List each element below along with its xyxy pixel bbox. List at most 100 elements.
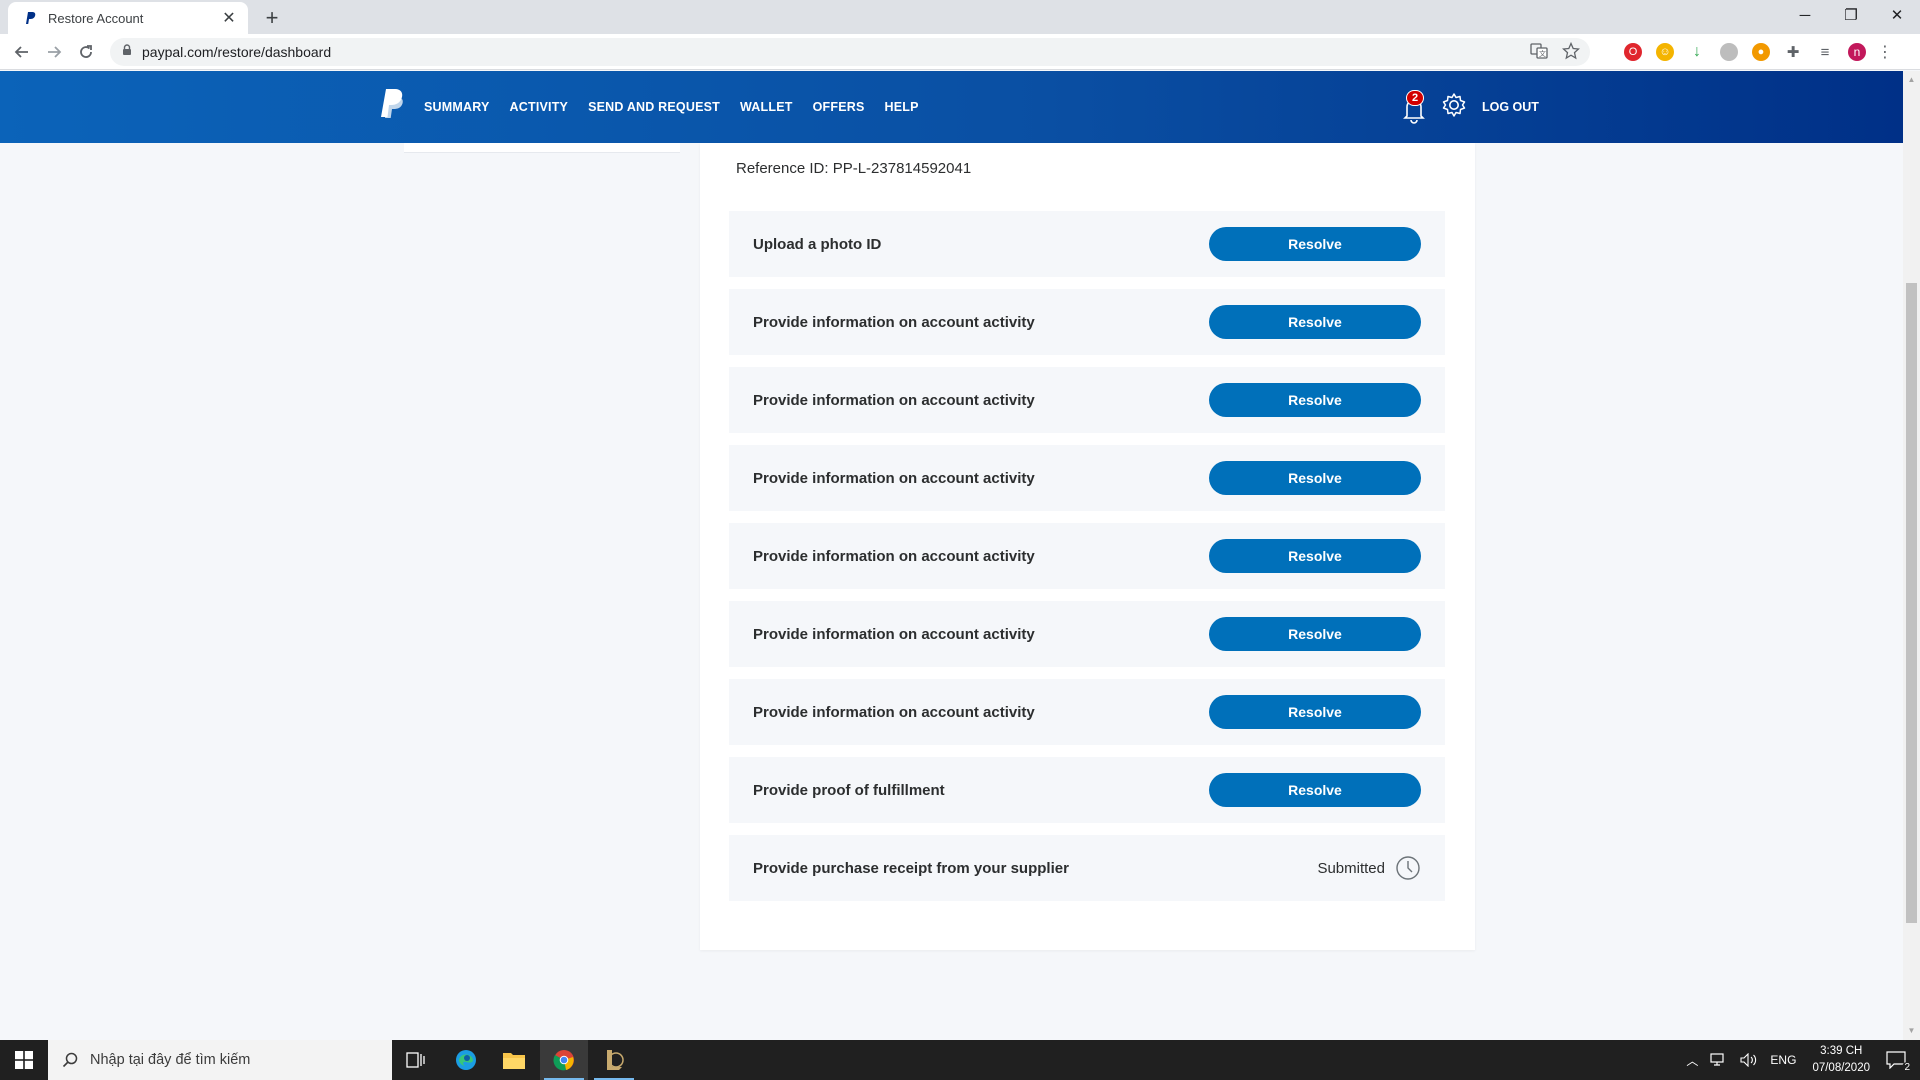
- task-label: Upload a photo ID: [753, 235, 882, 253]
- resolve-button[interactable]: Resolve: [1209, 773, 1421, 807]
- header-actions: 2 LOG OUT: [1400, 71, 1539, 143]
- back-arrow-icon: [14, 46, 28, 58]
- network-icon[interactable]: [1710, 1053, 1728, 1067]
- notification-badge: 2: [1406, 90, 1424, 106]
- window-controls: ─ ❐ ✕: [1782, 0, 1920, 30]
- nav-help[interactable]: HELP: [885, 100, 919, 114]
- tray-overflow-icon[interactable]: ︿: [1686, 1052, 1698, 1069]
- logout-link[interactable]: LOG OUT: [1482, 100, 1539, 114]
- main-nav: SUMMARY ACTIVITY SEND AND REQUEST WALLET…: [424, 71, 919, 143]
- resolve-button[interactable]: Resolve: [1209, 227, 1421, 261]
- page-scrollbar[interactable]: ▲ ▼: [1903, 71, 1920, 1040]
- chrome-icon: [553, 1050, 574, 1071]
- action-center-button[interactable]: 2: [1886, 1051, 1912, 1073]
- task-label: Provide information on account activity: [753, 625, 1035, 643]
- puzzle-extensions-icon[interactable]: ✚: [1784, 43, 1802, 61]
- task-label: Provide information on account activity: [753, 391, 1035, 409]
- clock[interactable]: 3:39 CH 07/08/2020: [1812, 1043, 1870, 1077]
- task-view-button[interactable]: [392, 1040, 440, 1080]
- volume-icon[interactable]: [1740, 1053, 1758, 1067]
- paypal-logo-icon[interactable]: [378, 87, 404, 119]
- clock-date: 07/08/2020: [1812, 1062, 1870, 1074]
- task-view-icon: [406, 1052, 425, 1068]
- restore-button[interactable]: ❐: [1828, 0, 1874, 30]
- taskbar-search[interactable]: Nhập tại đây để tìm kiếm: [48, 1040, 392, 1080]
- task-row: Upload a photo ID Resolve: [729, 211, 1445, 277]
- new-tab-button[interactable]: +: [258, 4, 286, 32]
- league-of-legends-icon: [607, 1050, 624, 1070]
- forward-button[interactable]: [40, 38, 68, 66]
- edge-browser-icon: [456, 1050, 476, 1070]
- scroll-thumb[interactable]: [1906, 283, 1917, 923]
- scroll-down-icon[interactable]: ▼: [1907, 1026, 1916, 1035]
- opera-extension-icon[interactable]: O: [1624, 43, 1642, 61]
- submitted-status: Submitted: [1317, 855, 1421, 881]
- task-row: Provide information on account activity …: [729, 367, 1445, 433]
- browser-menu-icon[interactable]: ⋮: [1877, 43, 1893, 61]
- nav-activity[interactable]: ACTIVITY: [510, 100, 569, 114]
- back-button[interactable]: [8, 38, 36, 66]
- chrome-taskbar-button[interactable]: [540, 1040, 588, 1080]
- profile-avatar[interactable]: n: [1848, 43, 1866, 61]
- reference-id: Reference ID: PP-L-237814592041: [736, 160, 972, 177]
- gear-icon: [1442, 92, 1466, 117]
- browser-tab[interactable]: Restore Account ✕: [8, 2, 248, 34]
- translate-icon[interactable]: 文: [1530, 42, 1548, 65]
- nav-offers[interactable]: OFFERS: [813, 100, 865, 114]
- task-row: Provide proof of fulfillment Resolve: [729, 757, 1445, 823]
- nav-wallet[interactable]: WALLET: [740, 100, 793, 114]
- emoji-extension-icon[interactable]: ☺: [1656, 43, 1674, 61]
- system-tray: ︿ ENG 3:39 CH 07/08/2020 2: [1680, 1040, 1920, 1080]
- windows-taskbar: Nhập tại đây để tìm kiếm ︿ ENG 3:39 CH 0…: [0, 1040, 1920, 1080]
- bookmark-star-icon[interactable]: [1561, 41, 1581, 65]
- resolve-button[interactable]: Resolve: [1209, 383, 1421, 417]
- resolve-button[interactable]: Resolve: [1209, 617, 1421, 651]
- notifications-button[interactable]: 2: [1400, 90, 1428, 124]
- reload-icon: [80, 45, 92, 58]
- extension-icons: O ☺ ↓ ● ✚ ≡ n ⋮: [1624, 38, 1893, 66]
- lock-icon: [122, 43, 132, 61]
- tab-title: Restore Account: [48, 10, 144, 26]
- media-playlist-icon[interactable]: ≡: [1816, 43, 1834, 61]
- reload-button[interactable]: [72, 38, 100, 66]
- cookie-extension-icon[interactable]: ●: [1752, 43, 1770, 61]
- scroll-up-icon[interactable]: ▲: [1907, 75, 1916, 84]
- folder-icon: [503, 1053, 525, 1069]
- resolve-button[interactable]: Resolve: [1209, 539, 1421, 573]
- status-text: Submitted: [1317, 859, 1385, 877]
- svg-text:文: 文: [1539, 49, 1546, 58]
- task-label: Provide information on account activity: [753, 547, 1035, 565]
- start-button[interactable]: [0, 1040, 48, 1080]
- paypal-favicon-icon: [22, 10, 38, 26]
- download-extension-icon[interactable]: ↓: [1688, 43, 1706, 61]
- browser-tab-bar: Restore Account ✕ + ─ ❐ ✕: [0, 0, 1920, 34]
- minimize-button[interactable]: ─: [1782, 0, 1828, 30]
- restore-tasks-card: Reference ID: PP-L-237814592041 Upload a…: [700, 143, 1475, 950]
- language-indicator[interactable]: ENG: [1770, 1053, 1796, 1067]
- resolve-button[interactable]: Resolve: [1209, 305, 1421, 339]
- task-list: Upload a photo ID Resolve Provide inform…: [729, 211, 1445, 913]
- task-label: Provide information on account activity: [753, 703, 1035, 721]
- paypal-header: SUMMARY ACTIVITY SEND AND REQUEST WALLET…: [0, 71, 1903, 143]
- circle-extension-icon[interactable]: [1720, 43, 1738, 61]
- tab-close-icon[interactable]: ✕: [220, 9, 238, 27]
- windows-logo-icon: [15, 1051, 33, 1069]
- league-client-taskbar-button[interactable]: [590, 1040, 638, 1080]
- address-bar[interactable]: paypal.com/restore/dashboard 文: [110, 38, 1590, 66]
- url-text: paypal.com/restore/dashboard: [142, 44, 332, 60]
- nav-summary[interactable]: SUMMARY: [424, 100, 490, 114]
- task-row: Provide information on account activity …: [729, 445, 1445, 511]
- close-window-button[interactable]: ✕: [1874, 0, 1920, 30]
- task-row: Provide information on account activity …: [729, 679, 1445, 745]
- clock-icon: [1396, 856, 1420, 880]
- nav-send-and-request[interactable]: SEND AND REQUEST: [588, 100, 720, 114]
- resolve-button[interactable]: Resolve: [1209, 461, 1421, 495]
- search-placeholder: Nhập tại đây để tìm kiếm: [90, 1052, 251, 1068]
- settings-button[interactable]: [1440, 91, 1468, 124]
- file-explorer-taskbar-button[interactable]: [490, 1040, 538, 1080]
- edge-taskbar-button[interactable]: [442, 1040, 490, 1080]
- resolve-button[interactable]: Resolve: [1209, 695, 1421, 729]
- task-label: Provide purchase receipt from your suppl…: [753, 859, 1069, 877]
- clock-time: 3:39 CH: [1820, 1045, 1863, 1057]
- forward-arrow-icon: [48, 46, 62, 58]
